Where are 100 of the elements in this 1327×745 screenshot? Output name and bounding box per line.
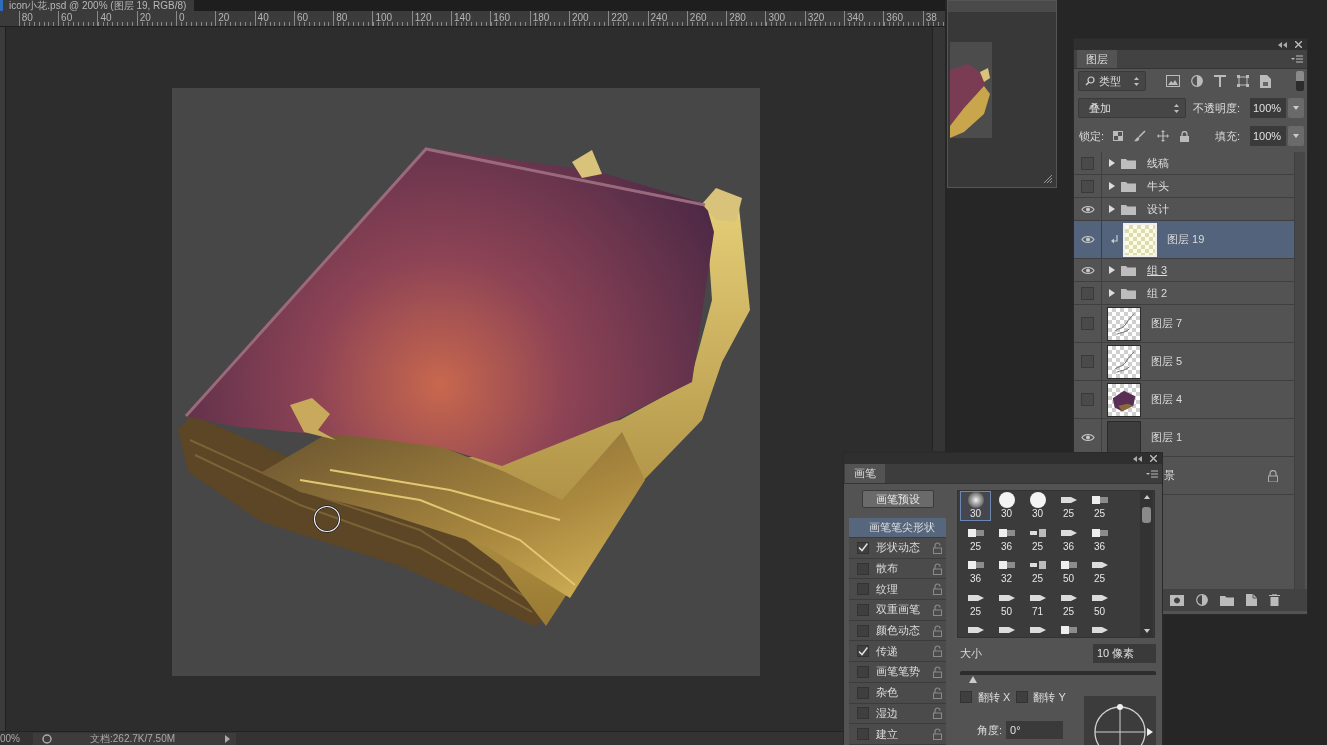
lock-icon[interactable]	[933, 603, 942, 616]
lock-icon[interactable]	[933, 562, 942, 575]
size-field[interactable]: 10 像素	[1093, 644, 1156, 663]
checkbox[interactable]	[857, 624, 869, 637]
layer-row[interactable]: 组 3	[1074, 259, 1294, 282]
brush-tip[interactable]: 30	[991, 491, 1022, 521]
brush-option[interactable]: 画笔笔尖形状	[849, 518, 946, 538]
checkbox[interactable]	[857, 728, 869, 741]
checkbox[interactable]	[857, 665, 869, 678]
expand-arrow-icon[interactable]	[1109, 289, 1115, 297]
brush-tip[interactable]: 36	[960, 556, 991, 586]
brush-tip[interactable]: 25	[1053, 588, 1084, 619]
brush-presets-button[interactable]: 画笔预设	[862, 490, 934, 508]
brush-tab[interactable]: 画笔	[845, 464, 885, 483]
brush-tip[interactable]: 25	[1022, 556, 1053, 586]
lock-icon[interactable]	[933, 624, 942, 637]
brush-tip[interactable]: 36	[991, 523, 1022, 554]
eye-icon[interactable]	[1080, 204, 1095, 214]
scrollbar-thumb[interactable]	[1142, 507, 1151, 523]
expand-arrow-icon[interactable]	[1109, 182, 1115, 190]
angle-dial[interactable]	[1084, 696, 1156, 745]
lock-icon[interactable]	[933, 665, 942, 678]
eye-icon[interactable]	[1080, 265, 1095, 275]
brush-tip[interactable]: 71	[1022, 588, 1053, 619]
checkbox[interactable]	[857, 645, 869, 658]
resize-grip-icon[interactable]	[1043, 174, 1053, 184]
expand-arrow-icon[interactable]	[1109, 159, 1115, 167]
lock-icon[interactable]	[933, 541, 942, 554]
opacity-menu-button[interactable]	[1288, 98, 1304, 118]
checkbox[interactable]	[857, 541, 869, 554]
collapse-icon[interactable]	[1278, 41, 1287, 48]
lock-icon[interactable]	[933, 728, 942, 741]
close-icon[interactable]	[1150, 455, 1157, 462]
brush-tip[interactable]: 25	[960, 588, 991, 619]
brush-tip[interactable]: 50	[1084, 588, 1115, 619]
type-filter-icon[interactable]	[1214, 75, 1226, 87]
brush-tip[interactable]: 32	[991, 556, 1022, 586]
brush-option[interactable]: 散布	[849, 558, 946, 580]
brush-option[interactable]: 画笔笔势	[849, 662, 946, 683]
folder-icon[interactable]	[1220, 594, 1234, 606]
fill-menu-button[interactable]	[1288, 126, 1304, 146]
expand-arrow-icon[interactable]	[1109, 266, 1115, 274]
scrollbar-track[interactable]	[1140, 491, 1153, 637]
layers-tab[interactable]: 图层	[1077, 50, 1117, 68]
checkbox[interactable]	[857, 583, 869, 596]
brush-option[interactable]: 颜色动态	[849, 620, 946, 642]
layer-row[interactable]: 图层 7	[1074, 305, 1294, 343]
layer-row[interactable]: 线稿	[1074, 152, 1294, 175]
lock-icon[interactable]	[1180, 130, 1190, 142]
slider-thumb[interactable]	[968, 676, 977, 683]
brush-option[interactable]: 湿边	[849, 703, 946, 725]
checkbox[interactable]	[1016, 691, 1029, 703]
checkbox[interactable]	[857, 686, 869, 699]
panel-menu-icon[interactable]	[1146, 469, 1158, 478]
layer-row[interactable]: 设计	[1074, 198, 1294, 221]
document-info-dropdown[interactable]: 文档:262.7K/7.50M	[33, 732, 236, 745]
lock-icon[interactable]	[933, 645, 942, 658]
eye-icon[interactable]	[1080, 433, 1095, 442]
filter-toggle[interactable]	[1296, 71, 1304, 91]
layer-row[interactable]: 图层 4	[1074, 381, 1294, 419]
brush-option[interactable]: 双重画笔	[849, 600, 946, 621]
lock-transparency-icon[interactable]	[1113, 131, 1124, 141]
expand-arrow-icon[interactable]	[1109, 205, 1115, 213]
mask-icon[interactable]	[1170, 594, 1184, 606]
brush-tip[interactable]: 50	[991, 588, 1022, 619]
angle-field[interactable]: 0°	[1006, 721, 1064, 739]
lock-icon[interactable]	[933, 583, 942, 596]
trash-icon[interactable]	[1269, 594, 1280, 606]
adjustment-filter-icon[interactable]	[1191, 75, 1203, 87]
new-layer-icon[interactable]	[1246, 594, 1257, 606]
brush-option[interactable]: 建立	[849, 724, 946, 745]
adjustment-icon[interactable]	[1196, 594, 1208, 606]
scrollbar-track[interactable]	[1294, 152, 1305, 589]
filter-dropdown[interactable]: 类型	[1078, 71, 1146, 91]
brush-tip[interactable]: 25	[960, 523, 991, 554]
brush-tip[interactable]: 50	[1053, 556, 1084, 586]
close-icon[interactable]	[1295, 41, 1302, 48]
checkbox[interactable]	[857, 562, 869, 575]
brush-tip[interactable]: 25	[1084, 556, 1115, 586]
zoom-level[interactable]: 00%	[0, 732, 30, 745]
brush-tip[interactable]: 36	[1084, 523, 1115, 554]
blend-mode-dropdown[interactable]: 叠加	[1078, 98, 1186, 118]
checkbox[interactable]	[857, 707, 869, 720]
brush-option[interactable]: 传递	[849, 641, 946, 663]
vertical-scrollbar[interactable]	[932, 27, 945, 451]
lock-icon[interactable]	[933, 686, 942, 699]
brush-option[interactable]: 纹理	[849, 579, 946, 601]
shape-filter-icon[interactable]	[1237, 75, 1249, 87]
eye-icon[interactable]	[1080, 235, 1095, 244]
layer-row[interactable]: 图层 5	[1074, 343, 1294, 381]
brush-tip[interactable]: 30	[960, 491, 991, 521]
checkbox[interactable]	[960, 691, 972, 703]
move-icon[interactable]	[1157, 130, 1170, 142]
panel-menu-icon[interactable]	[1291, 55, 1303, 63]
brush-tip[interactable]: 25	[1022, 523, 1053, 554]
checkbox[interactable]	[857, 603, 869, 616]
brush-icon[interactable]	[1134, 130, 1147, 142]
lock-icon[interactable]	[933, 707, 942, 720]
layer-row[interactable]: 牛头	[1074, 175, 1294, 198]
layer-row[interactable]: 组 2	[1074, 282, 1294, 305]
